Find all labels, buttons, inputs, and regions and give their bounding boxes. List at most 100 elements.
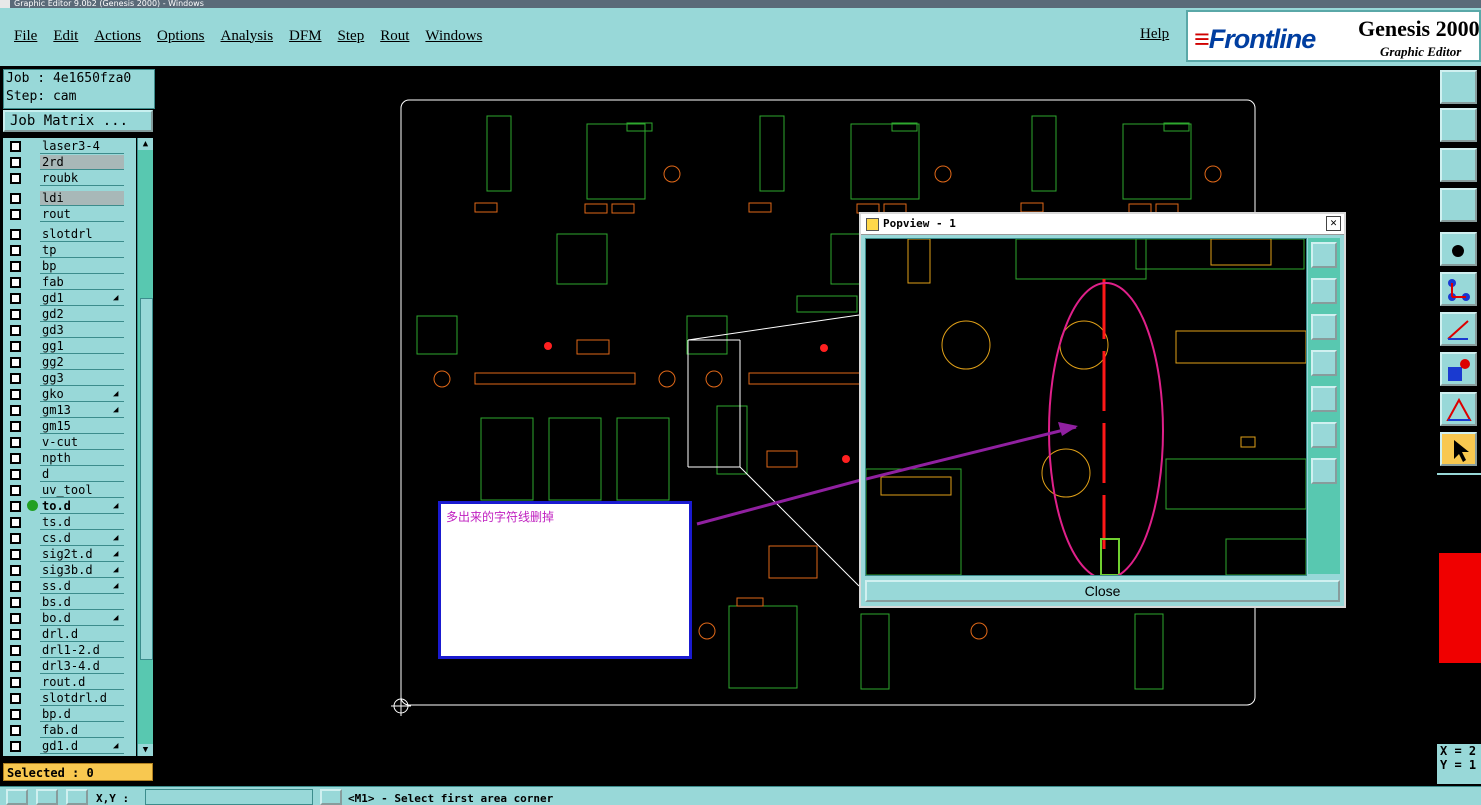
- layer-name[interactable]: rout.d: [40, 675, 124, 690]
- layer-row[interactable]: sig3b.d ◢: [3, 562, 136, 578]
- layer-checkbox[interactable]: [10, 597, 21, 608]
- layer-checkbox[interactable]: [10, 629, 21, 640]
- layer-checkbox[interactable]: [10, 325, 21, 336]
- job-matrix-button[interactable]: Job Matrix ...: [3, 110, 153, 132]
- layer-name[interactable]: to.d: [40, 499, 124, 514]
- layer-row[interactable]: gko ◢: [3, 386, 136, 402]
- layer-name[interactable]: d: [40, 467, 124, 482]
- layer-checkbox[interactable]: [10, 277, 21, 288]
- layer-name[interactable]: gm15: [40, 419, 124, 434]
- layer-checkbox[interactable]: [10, 405, 21, 416]
- zoom-home-icon[interactable]: [1440, 108, 1477, 142]
- layer-name[interactable]: laser3-4: [40, 139, 124, 154]
- layer-name[interactable]: gg1: [40, 339, 124, 354]
- layer-checkbox[interactable]: [10, 389, 21, 400]
- layer-checkbox[interactable]: [10, 517, 21, 528]
- layer-name[interactable]: ss.d: [40, 579, 124, 594]
- connect-points-icon[interactable]: [1440, 272, 1477, 306]
- layer-row[interactable]: drl1-2.d: [3, 642, 136, 658]
- popview-zoom-view[interactable]: [865, 238, 1307, 580]
- layer-checkbox[interactable]: [10, 501, 21, 512]
- layer-name[interactable]: bp.d: [40, 707, 124, 722]
- open-step-icon[interactable]: [1440, 70, 1477, 104]
- layer-row[interactable]: bp.d: [3, 706, 136, 722]
- layer-name[interactable]: ldi: [40, 191, 124, 206]
- layer-name[interactable]: roubk: [40, 171, 124, 186]
- layer-row[interactable]: gd1 ◢: [3, 290, 136, 306]
- layer-row[interactable]: drl3-4.d: [3, 658, 136, 674]
- pan-left-icon[interactable]: [1311, 350, 1337, 376]
- layer-checkbox[interactable]: [10, 661, 21, 672]
- menu-file[interactable]: File: [14, 28, 37, 45]
- layer-checkbox[interactable]: [10, 677, 21, 688]
- layer-checkbox[interactable]: [10, 421, 21, 432]
- layer-name[interactable]: slotdrl.d: [40, 691, 124, 706]
- layer-checkbox[interactable]: [10, 229, 21, 240]
- layer-checkbox[interactable]: [10, 741, 21, 752]
- layer-checkbox[interactable]: [10, 581, 21, 592]
- layer-name[interactable]: bs.d: [40, 595, 124, 610]
- layer-checkbox[interactable]: [10, 725, 21, 736]
- layer-name[interactable]: gg2: [40, 355, 124, 370]
- menu-edit[interactable]: Edit: [53, 28, 78, 45]
- layer-name[interactable]: v-cut: [40, 435, 124, 450]
- layer-checkbox[interactable]: [10, 193, 21, 204]
- check-icon[interactable]: [36, 789, 58, 805]
- layer-name[interactable]: npth: [40, 451, 124, 466]
- layer-checkbox[interactable]: [10, 469, 21, 480]
- zoom-fit-icon[interactable]: [1440, 148, 1477, 182]
- layer-name[interactable]: fab: [40, 275, 124, 290]
- layer-name[interactable]: gd2: [40, 307, 124, 322]
- layer-name[interactable]: slotdrl: [40, 227, 124, 242]
- pan-down-icon[interactable]: [1311, 314, 1337, 340]
- mouse-icon[interactable]: [320, 789, 342, 805]
- layer-name[interactable]: drl1-2.d: [40, 643, 124, 658]
- layer-row[interactable]: bo.d ◢: [3, 610, 136, 626]
- layer-name[interactable]: uv_tool: [40, 483, 124, 498]
- layer-row[interactable]: fab.d: [3, 722, 136, 738]
- layer-name[interactable]: gd1.d: [40, 739, 124, 754]
- layer-row[interactable]: gg2: [3, 354, 136, 370]
- layer-name[interactable]: sig3b.d: [40, 563, 124, 578]
- layer-row[interactable]: gg1: [3, 338, 136, 354]
- layer-row[interactable]: slotdrl: [3, 226, 136, 242]
- layer-checkbox[interactable]: [10, 357, 21, 368]
- layer-row[interactable]: rout.d: [3, 674, 136, 690]
- layer-checkbox[interactable]: [10, 485, 21, 496]
- layer-name[interactable]: gm13: [40, 403, 124, 418]
- layer-checkbox[interactable]: [10, 645, 21, 656]
- layer-row[interactable]: slotdrl.d: [3, 690, 136, 706]
- layer-checkbox[interactable]: [10, 293, 21, 304]
- snap-icon[interactable]: [6, 789, 28, 805]
- xy-input[interactable]: [145, 789, 313, 805]
- layer-row[interactable]: gg3: [3, 370, 136, 386]
- layer-row[interactable]: ldi: [3, 190, 136, 206]
- layer-row[interactable]: to.d ◢: [3, 498, 136, 514]
- pointer-arrow-icon[interactable]: [1440, 432, 1477, 466]
- scroll-down-arrow-icon[interactable]: ▼: [138, 744, 153, 756]
- layer-row[interactable]: 2rd: [3, 154, 136, 170]
- layer-checkbox[interactable]: [10, 157, 21, 168]
- layer-scrollbar[interactable]: ▲ ▼: [137, 138, 153, 756]
- select-feature-icon[interactable]: [1440, 232, 1477, 266]
- layer-checkbox[interactable]: [10, 533, 21, 544]
- menu-actions[interactable]: Actions: [94, 28, 141, 45]
- add-pad-icon[interactable]: [1440, 352, 1477, 386]
- close-icon[interactable]: ✕: [1326, 216, 1341, 231]
- layer-name[interactable]: sig2t.d: [40, 547, 124, 562]
- layer-name[interactable]: cs.d: [40, 531, 124, 546]
- zoom-in-icon[interactable]: [1311, 458, 1337, 484]
- layer-checkbox[interactable]: [10, 437, 21, 448]
- layer-name[interactable]: bp: [40, 259, 124, 274]
- layer-row[interactable]: roubk: [3, 170, 136, 186]
- layer-checkbox[interactable]: [10, 341, 21, 352]
- menu-windows[interactable]: Windows: [425, 28, 482, 45]
- measure-icon[interactable]: [1440, 188, 1477, 222]
- layer-checkbox[interactable]: [10, 709, 21, 720]
- layer-name[interactable]: fab.d: [40, 723, 124, 738]
- layer-row[interactable]: cs.d ◢: [3, 530, 136, 546]
- layer-checkbox[interactable]: [10, 549, 21, 560]
- layer-checkbox[interactable]: [10, 261, 21, 272]
- layer-row[interactable]: ts.d: [3, 514, 136, 530]
- zoom-out-icon[interactable]: [1311, 422, 1337, 448]
